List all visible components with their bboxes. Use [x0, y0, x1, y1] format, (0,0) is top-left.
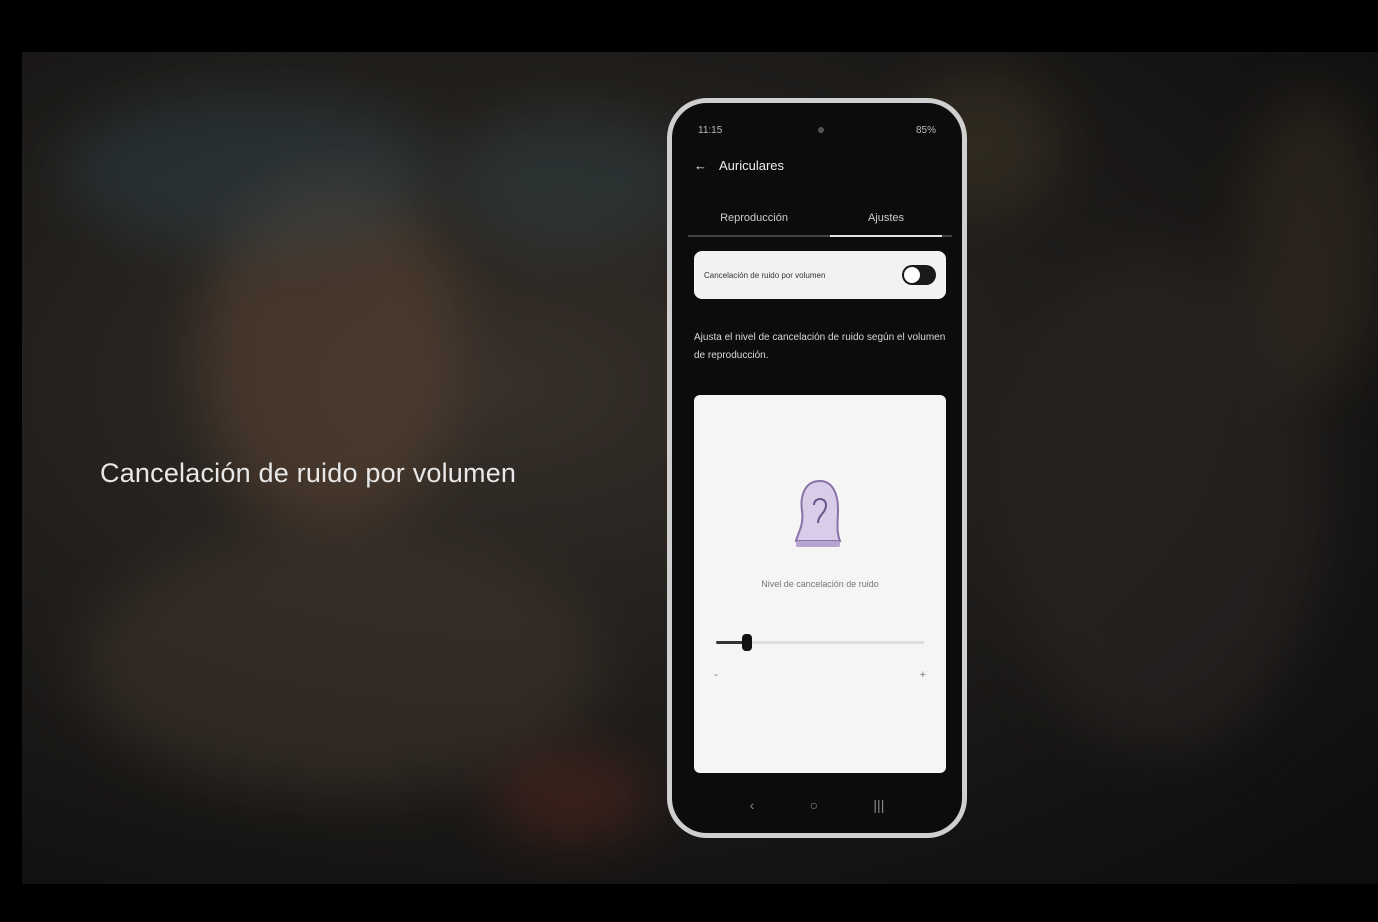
status-time: 11:15 [698, 124, 723, 136]
tab-reproduccion[interactable]: Reproducción [688, 201, 820, 235]
camera-icon [818, 127, 824, 133]
slider-thumb[interactable] [742, 634, 753, 651]
app-header: ← Auriculares [694, 155, 942, 175]
ear-icon [794, 479, 842, 547]
back-arrow-icon[interactable]: ← [694, 158, 707, 173]
setting-description: Ajusta el nivel de cancelación de ruido … [694, 332, 946, 361]
noise-cancel-switch[interactable] [902, 265, 936, 285]
tab-bar: Reproducción Ajustes [688, 201, 952, 237]
page-title: Auriculares [719, 157, 785, 173]
status-bar: 11:15 85% [698, 123, 936, 137]
status-battery: 85% [915, 124, 936, 136]
level-label: Nivel de cancelación de ruido [761, 579, 879, 589]
level-slider[interactable] [716, 634, 924, 651]
tab-ajustes[interactable]: Ajustes [820, 201, 952, 237]
phone-mockup: 11:15 85% ← Auriculares Reproducción Aju… [667, 98, 967, 838]
level-card: Nivel de cancelación de ruido - + [694, 395, 946, 773]
switch-knob [904, 267, 920, 283]
video-caption: Cancelación de ruido por volumen [100, 458, 517, 488]
nav-back-icon[interactable]: ‹ [750, 797, 755, 813]
slider-max-label: + [919, 669, 926, 681]
nav-recents-icon[interactable]: ||| [873, 797, 884, 813]
toggle-label: Cancelación de ruido por volumen [704, 270, 826, 280]
slider-min-label: - [714, 669, 718, 681]
system-nav-bar: ‹ ○ ||| [672, 795, 962, 815]
nav-home-icon[interactable]: ○ [810, 797, 818, 813]
video-frame: Cancelación de ruido por volumen 11:15 8… [22, 52, 1378, 884]
noise-cancel-toggle-row[interactable]: Cancelación de ruido por volumen [694, 251, 946, 299]
